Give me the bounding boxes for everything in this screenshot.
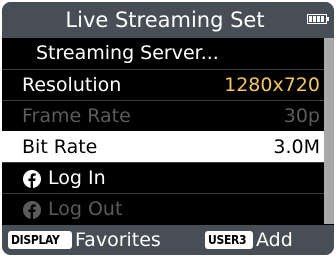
footer-bar: DISPLAY Favorites USER3 Add <box>2 225 334 255</box>
bit-rate-label: Bit Rate <box>22 136 98 158</box>
frame-rate-value: 30p <box>283 105 320 127</box>
frame-rate-label: Frame Rate <box>22 105 131 127</box>
facebook-icon <box>23 170 41 188</box>
menu-item-streaming-server[interactable]: Streaming Server... <box>2 38 324 69</box>
menu-title: Live Streaming Set <box>65 8 265 32</box>
log-in-label: Log In <box>48 167 106 189</box>
display-button-badge: DISPLAY <box>8 231 72 249</box>
scrollbar[interactable] <box>324 38 334 224</box>
menu-header: Live Streaming Set <box>2 2 334 38</box>
favorites-action[interactable]: Favorites <box>75 227 161 253</box>
streaming-server-label: Streaming Server... <box>36 42 219 64</box>
menu-item-log-in[interactable]: Log In <box>2 162 324 193</box>
facebook-icon <box>23 201 41 219</box>
resolution-value: 1280x720 <box>224 74 320 96</box>
menu-item-frame-rate: Frame Rate 30p <box>2 100 324 131</box>
bit-rate-value: 3.0M <box>273 136 320 158</box>
menu-item-bit-rate[interactable]: Bit Rate 3.0M <box>2 131 324 162</box>
camera-menu-screen: Live Streaming Set Streaming Server... R… <box>2 2 334 255</box>
add-action[interactable]: Add <box>256 227 293 253</box>
user3-button-badge: USER3 <box>205 231 253 249</box>
menu-item-resolution[interactable]: Resolution 1280x720 <box>2 69 324 100</box>
settings-menu: Streaming Server... Resolution 1280x720 … <box>2 38 324 224</box>
menu-item-log-out: Log Out <box>2 193 324 224</box>
log-out-label: Log Out <box>48 198 123 220</box>
battery-icon <box>307 14 329 24</box>
resolution-label: Resolution <box>22 74 122 96</box>
